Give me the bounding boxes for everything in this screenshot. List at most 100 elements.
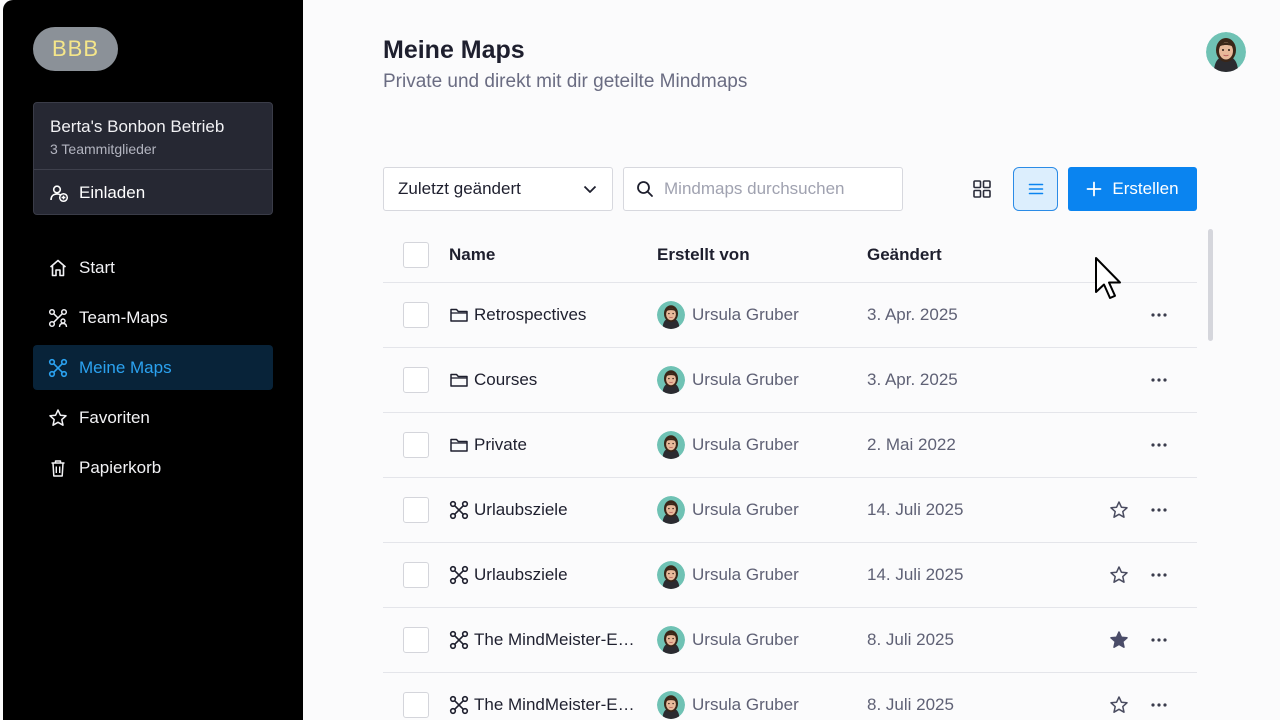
table-row[interactable]: Urlaubsziele Ursula Gruber 14. Juli 2025	[383, 543, 1197, 608]
creator-name: Ursula Gruber	[692, 565, 799, 584]
table-row[interactable]: Courses Ursula Gruber 3. Apr. 2025	[383, 348, 1197, 413]
row-name[interactable]: The MindMeister-E…	[449, 673, 644, 720]
create-button[interactable]: Erstellen	[1068, 167, 1197, 211]
mindmap-icon	[449, 630, 469, 650]
row-name-label: The MindMeister-E…	[474, 695, 635, 714]
creator-avatar	[657, 496, 685, 524]
row-changed-date: 3. Apr. 2025	[867, 305, 958, 324]
row-checkbox[interactable]	[403, 302, 429, 328]
row-creator: Ursula Gruber	[657, 348, 799, 412]
row-checkbox[interactable]	[403, 432, 429, 458]
table-row[interactable]: Retrospectives Ursula Gruber 3. Apr. 202…	[383, 283, 1197, 348]
user-avatar[interactable]	[1206, 32, 1246, 72]
row-name[interactable]: Courses	[449, 348, 644, 412]
favorite-star-icon[interactable]	[1109, 565, 1129, 585]
sidebar-item-trash[interactable]: Papierkorb	[33, 445, 273, 490]
creator-avatar	[657, 626, 685, 654]
row-name-label: Private	[474, 435, 527, 454]
creator-avatar	[657, 431, 685, 459]
grid-icon	[973, 180, 991, 198]
mindmap-icon	[48, 358, 68, 377]
row-creator: Ursula Gruber	[657, 283, 799, 347]
sort-dropdown[interactable]: Zuletzt geändert	[383, 167, 613, 211]
row-creator: Ursula Gruber	[657, 673, 799, 720]
row-name[interactable]: Urlaubsziele	[449, 478, 644, 542]
row-checkbox[interactable]	[403, 367, 429, 393]
creator-avatar	[657, 561, 685, 589]
sidebar-item-team-maps[interactable]: Team-Maps	[33, 295, 273, 340]
row-name[interactable]: The MindMeister-E…	[449, 608, 644, 672]
more-options-icon[interactable]	[1149, 370, 1169, 390]
row-name-label: Retrospectives	[474, 305, 587, 324]
sidebar-item-start[interactable]: Start	[33, 245, 273, 290]
row-name[interactable]: Private	[449, 413, 644, 477]
creator-name: Ursula Gruber	[692, 695, 799, 714]
table-row[interactable]: Private Ursula Gruber 2. Mai 2022	[383, 413, 1197, 478]
add-user-icon	[50, 184, 69, 202]
trash-icon	[51, 459, 65, 477]
sidebar-item-label: Meine Maps	[79, 357, 172, 377]
row-checkbox[interactable]	[403, 627, 429, 653]
select-all-checkbox[interactable]	[403, 242, 429, 268]
row-name[interactable]: Urlaubsziele	[449, 543, 644, 607]
mouse-cursor-icon	[1095, 257, 1121, 299]
creator-name: Ursula Gruber	[692, 370, 799, 389]
team-logo[interactable]: BBB	[33, 27, 118, 71]
table-header: Name Erstellt von Geändert	[383, 229, 1197, 283]
favorite-star-icon[interactable]	[1109, 500, 1129, 520]
row-changed-date: 8. Juli 2025	[867, 695, 954, 714]
more-options-icon[interactable]	[1149, 305, 1169, 325]
favorite-star-icon[interactable]	[1109, 695, 1129, 715]
sidebar-item-my-maps[interactable]: Meine Maps	[33, 345, 273, 390]
team-maps-icon	[48, 308, 68, 327]
more-options-icon[interactable]	[1149, 695, 1169, 715]
table-row[interactable]: The MindMeister-E… Ursula Gruber 8. Juli…	[383, 673, 1197, 720]
row-changed-date: 2. Mai 2022	[867, 435, 956, 454]
favorite-star-filled-icon[interactable]	[1109, 630, 1129, 650]
table-row[interactable]: Urlaubsziele Ursula Gruber 14. Juli 2025	[383, 478, 1197, 543]
invite-label: Einladen	[79, 182, 146, 202]
row-checkbox[interactable]	[403, 497, 429, 523]
row-name-label: Urlaubsziele	[474, 500, 568, 519]
list-view-button[interactable]	[1013, 167, 1058, 211]
more-options-icon[interactable]	[1149, 435, 1169, 455]
scrollbar-thumb[interactable]	[1208, 229, 1213, 341]
column-header-creator[interactable]: Erstellt von	[657, 245, 750, 265]
creator-name: Ursula Gruber	[692, 305, 799, 324]
sidebar-item-label: Start	[79, 257, 115, 277]
more-options-icon[interactable]	[1149, 630, 1169, 650]
team-member-count: 3 Teammitglieder	[50, 141, 157, 157]
sort-value: Zuletzt geändert	[398, 179, 521, 198]
folder-icon	[449, 370, 469, 390]
row-checkbox[interactable]	[403, 562, 429, 588]
creator-avatar	[657, 691, 685, 719]
sidebar-nav: Start Team-Maps Meine Maps Favoriten Pap…	[33, 245, 273, 495]
more-options-icon[interactable]	[1149, 500, 1169, 520]
row-changed-date: 14. Juli 2025	[867, 500, 964, 519]
row-creator: Ursula Gruber	[657, 543, 799, 607]
search-icon	[637, 181, 653, 197]
search-box	[623, 167, 903, 211]
table-row[interactable]: The MindMeister-E… Ursula Gruber 8. Juli…	[383, 608, 1197, 673]
invite-button[interactable]: Einladen	[34, 170, 272, 215]
row-name[interactable]: Retrospectives	[449, 283, 644, 347]
row-name-label: Courses	[474, 370, 538, 389]
page-title: Meine Maps	[383, 36, 525, 64]
row-changed-date: 14. Juli 2025	[867, 565, 964, 584]
team-card: Berta's Bonbon Betrieb 3 Teammitglieder …	[33, 102, 273, 215]
mindmap-icon	[449, 500, 469, 520]
column-header-name[interactable]: Name	[449, 245, 495, 265]
search-input[interactable]	[664, 179, 884, 199]
row-name-label: The MindMeister-E…	[474, 630, 635, 649]
sidebar: BBB Berta's Bonbon Betrieb 3 Teammitglie…	[3, 0, 303, 720]
row-checkbox[interactable]	[403, 692, 429, 718]
plus-icon	[1087, 181, 1102, 197]
folder-icon	[449, 305, 469, 325]
team-name[interactable]: Berta's Bonbon Betrieb	[50, 117, 224, 137]
sidebar-item-favorites[interactable]: Favoriten	[33, 395, 273, 440]
sidebar-item-label: Papierkorb	[79, 457, 162, 477]
row-changed-date: 3. Apr. 2025	[867, 370, 958, 389]
more-options-icon[interactable]	[1149, 565, 1169, 585]
column-header-changed[interactable]: Geändert	[867, 245, 942, 265]
grid-view-button[interactable]	[960, 167, 1004, 211]
